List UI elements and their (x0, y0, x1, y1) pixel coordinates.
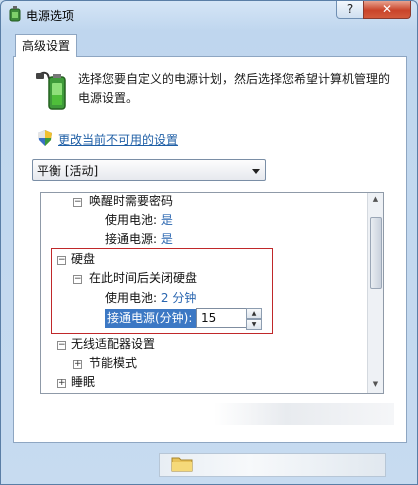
highlight-annotation-box (51, 248, 273, 334)
tab-advanced-settings[interactable]: 高级设置 (15, 34, 78, 57)
settings-tree[interactable]: − 唤醒时需要密码 使用电池: 是 接通电源: 是 − 硬盘 − 在此时间后关闭… (40, 192, 384, 394)
vertical-scrollbar[interactable]: ▲ ▼ (367, 193, 383, 393)
blurred-bottom-bar (159, 453, 386, 477)
power-plan-value: 平衡 [活动] (37, 164, 99, 178)
expand-icon[interactable]: + (57, 379, 66, 388)
tree-item-wake-password[interactable]: 唤醒时需要密码 (89, 193, 173, 211)
window-title: 电源选项 (26, 9, 75, 23)
ac-label: 接通电源: (105, 232, 158, 246)
advanced-settings-panel: 选择您要自定义的电源计划，然后选择您希望计算机管理的电源设置。 更改当前不可用的… (13, 56, 407, 443)
battery-plug-icon (36, 71, 66, 110)
battery-label: 使用电池: (105, 213, 158, 227)
title-bar: 电源选项 ? ✕ (1, 1, 417, 29)
tree-item-wake-ac[interactable]: 接通电源: 是 (105, 230, 173, 249)
blurred-button-area (214, 403, 394, 425)
tree-item-wireless[interactable]: 无线适配器设置 (71, 335, 155, 354)
power-options-window: 电源选项 ? ✕ 高级设置 选择您要自定义的电源计划，然后选择您希望计算机管理的… (0, 0, 418, 485)
tree-item-power-saving[interactable]: 节能模式 (89, 354, 137, 373)
collapse-icon[interactable]: − (57, 341, 66, 350)
power-plan-dropdown[interactable]: 平衡 [活动] (32, 159, 266, 181)
collapse-icon[interactable]: − (73, 198, 82, 207)
change-unavailable-settings-link[interactable]: 更改当前不可用的设置 (58, 131, 178, 148)
folder-icon (171, 457, 193, 472)
expand-icon[interactable]: + (73, 360, 82, 369)
scroll-up-icon[interactable]: ▲ (370, 195, 381, 206)
scroll-thumb[interactable] (370, 217, 382, 289)
uac-shield-icon (38, 130, 52, 146)
intro-text: 选择您要自定义的电源计划，然后选择您希望计算机管理的电源设置。 (78, 72, 391, 105)
scroll-down-icon[interactable]: ▼ (370, 380, 381, 391)
tree-item-wake-battery[interactable]: 使用电池: 是 (105, 211, 173, 230)
tree-item-sleep[interactable]: 睡眠 (71, 373, 95, 392)
ac-value: 是 (160, 232, 173, 246)
chevron-down-icon (252, 169, 260, 174)
power-options-icon (9, 6, 21, 22)
close-button[interactable]: ✕ (363, 1, 411, 19)
battery-value: 是 (160, 213, 173, 227)
help-button[interactable]: ? (336, 1, 364, 19)
